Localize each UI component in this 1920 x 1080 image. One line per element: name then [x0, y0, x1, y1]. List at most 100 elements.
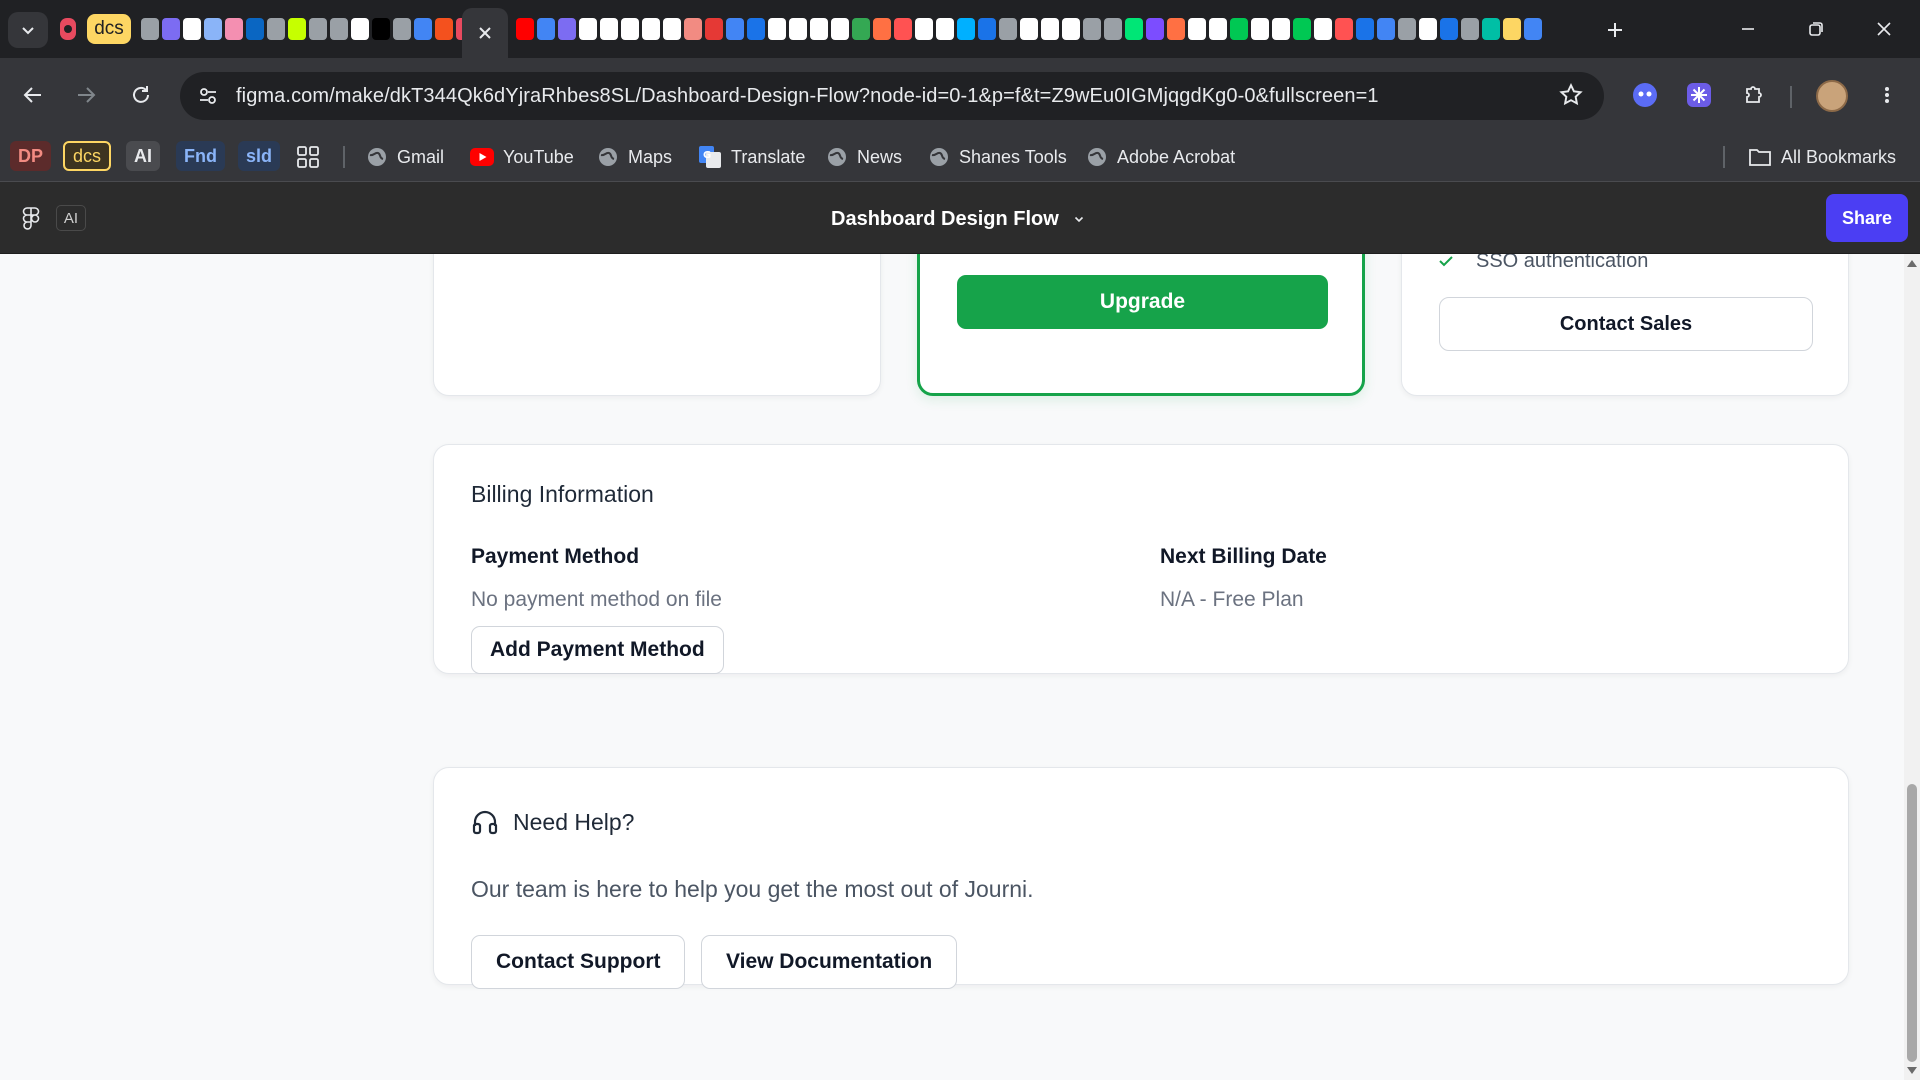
- tab-favicon[interactable]: [1524, 18, 1542, 40]
- tab-favicon[interactable]: [1440, 18, 1458, 40]
- tab-favicon[interactable]: [999, 18, 1017, 40]
- tab-favicon[interactable]: [288, 18, 306, 40]
- figma-logo-icon[interactable]: [20, 206, 42, 235]
- tab-favicon[interactable]: [435, 18, 453, 40]
- tab-favicon[interactable]: [1377, 18, 1395, 40]
- profile-avatar[interactable]: [1816, 80, 1848, 112]
- tab-favicon[interactable]: [183, 18, 201, 40]
- tab-favicon[interactable]: [1356, 18, 1374, 40]
- all-bookmarks-button[interactable]: All Bookmarks: [1748, 142, 1896, 172]
- tab-favicon[interactable]: [204, 18, 222, 40]
- close-tab-icon[interactable]: [477, 25, 493, 41]
- bookmark-dp[interactable]: DP: [10, 141, 52, 171]
- tab-favicon[interactable]: [1146, 18, 1164, 40]
- scroll-down-arrow[interactable]: [1907, 1067, 1917, 1074]
- tab-favicons-left[interactable]: [141, 18, 474, 42]
- scrollbar-thumb[interactable]: [1907, 784, 1917, 1062]
- tab-favicon[interactable]: [1083, 18, 1101, 40]
- tab-favicon[interactable]: [810, 18, 828, 40]
- tab-favicon[interactable]: [1230, 18, 1248, 40]
- tab-favicon[interactable]: [684, 18, 702, 40]
- tab-favicon[interactable]: [1188, 18, 1206, 40]
- bookmark-news[interactable]: News: [826, 142, 902, 172]
- tab-favicon[interactable]: [1020, 18, 1038, 40]
- bookmark-translate[interactable]: G Translate: [698, 142, 805, 172]
- tab-favicon[interactable]: [225, 18, 243, 40]
- share-button[interactable]: Share: [1826, 194, 1908, 242]
- tab-favicon[interactable]: [957, 18, 975, 40]
- back-button[interactable]: [14, 76, 52, 114]
- tab-favicon[interactable]: [1461, 18, 1479, 40]
- tab-favicon[interactable]: [873, 18, 891, 40]
- tab-favicon[interactable]: [372, 18, 390, 40]
- bookmark-gmail[interactable]: Gmail: [366, 142, 444, 172]
- contact-sales-button[interactable]: Contact Sales: [1439, 297, 1813, 351]
- bookmark-maps[interactable]: Maps: [597, 142, 672, 172]
- tab-favicon[interactable]: [1167, 18, 1185, 40]
- tab-favicon[interactable]: [831, 18, 849, 40]
- tab-favicon[interactable]: [267, 18, 285, 40]
- ai-chip[interactable]: AI: [56, 205, 86, 231]
- bookmark-star-button[interactable]: [1558, 82, 1584, 113]
- bookmark-shanes-tools[interactable]: Shanes Tools: [928, 142, 1067, 172]
- bookmark-youtube[interactable]: YouTube: [470, 142, 574, 172]
- tab-favicon[interactable]: [1104, 18, 1122, 40]
- bookmark-adobe-acrobat[interactable]: Adobe Acrobat: [1086, 142, 1235, 172]
- tab-favicon[interactable]: [1293, 18, 1311, 40]
- tab-favicon[interactable]: [579, 18, 597, 40]
- contact-support-button[interactable]: Contact Support: [471, 935, 686, 989]
- tab-favicon[interactable]: [246, 18, 264, 40]
- window-restore-button[interactable]: [1788, 12, 1844, 46]
- add-payment-method-button[interactable]: Add Payment Method: [471, 626, 724, 674]
- tab-favicon[interactable]: [726, 18, 744, 40]
- bookmark-sld[interactable]: sld: [238, 141, 281, 171]
- tab-favicon[interactable]: [1482, 18, 1500, 40]
- tab-favicon[interactable]: [600, 18, 618, 40]
- tab-favicon[interactable]: [558, 18, 576, 40]
- tab-favicon[interactable]: [663, 18, 681, 40]
- tab-favicon[interactable]: [1251, 18, 1269, 40]
- reload-button[interactable]: [122, 76, 160, 114]
- page-scrollbar[interactable]: [1904, 254, 1920, 1080]
- scroll-up-arrow[interactable]: [1907, 260, 1917, 267]
- active-tab[interactable]: [462, 8, 508, 58]
- tab-favicon[interactable]: [516, 18, 534, 40]
- tab-favicon[interactable]: [936, 18, 954, 40]
- extension-ghost-button[interactable]: [1628, 78, 1662, 112]
- tab-favicon[interactable]: [1398, 18, 1416, 40]
- tab-favicon[interactable]: [1272, 18, 1290, 40]
- tab-favicon[interactable]: [768, 18, 786, 40]
- tab-favicon[interactable]: [789, 18, 807, 40]
- apps-grid-button[interactable]: [296, 145, 320, 174]
- tab-favicon[interactable]: [705, 18, 723, 40]
- bookmark-fnd[interactable]: Fnd: [176, 141, 225, 171]
- pinned-tab-dcs[interactable]: dcs: [87, 14, 131, 44]
- bookmark-ai[interactable]: AI: [126, 141, 160, 171]
- tab-favicon[interactable]: [1041, 18, 1059, 40]
- tab-favicon[interactable]: [393, 18, 411, 40]
- tab-search-button[interactable]: [8, 12, 48, 48]
- tab-favicon[interactable]: [747, 18, 765, 40]
- tab-favicon[interactable]: [1503, 18, 1521, 40]
- pinned-tab-figma[interactable]: [55, 14, 81, 44]
- extension-sparkle-button[interactable]: [1682, 78, 1716, 112]
- view-documentation-button[interactable]: View Documentation: [701, 935, 958, 989]
- tab-favicon[interactable]: [351, 18, 369, 40]
- window-close-button[interactable]: [1856, 12, 1912, 46]
- window-minimize-button[interactable]: [1720, 12, 1776, 46]
- tab-favicon[interactable]: [1335, 18, 1353, 40]
- extensions-button[interactable]: [1737, 78, 1771, 112]
- tab-favicon[interactable]: [621, 18, 639, 40]
- tab-favicon[interactable]: [1419, 18, 1437, 40]
- tab-favicon[interactable]: [309, 18, 327, 40]
- document-title-menu[interactable]: Dashboard Design Flow: [831, 204, 1085, 234]
- tab-favicon[interactable]: [330, 18, 348, 40]
- tab-favicon[interactable]: [894, 18, 912, 40]
- tab-favicon[interactable]: [1209, 18, 1227, 40]
- url-text[interactable]: figma.com/make/dkT344Qk6dYjraRhbes8SL/Da…: [236, 85, 1379, 108]
- upgrade-button[interactable]: Upgrade: [957, 275, 1328, 329]
- tab-favicons-right[interactable]: [516, 18, 1542, 42]
- tab-favicon[interactable]: [978, 18, 996, 40]
- tab-favicon[interactable]: [915, 18, 933, 40]
- tab-favicon[interactable]: [852, 18, 870, 40]
